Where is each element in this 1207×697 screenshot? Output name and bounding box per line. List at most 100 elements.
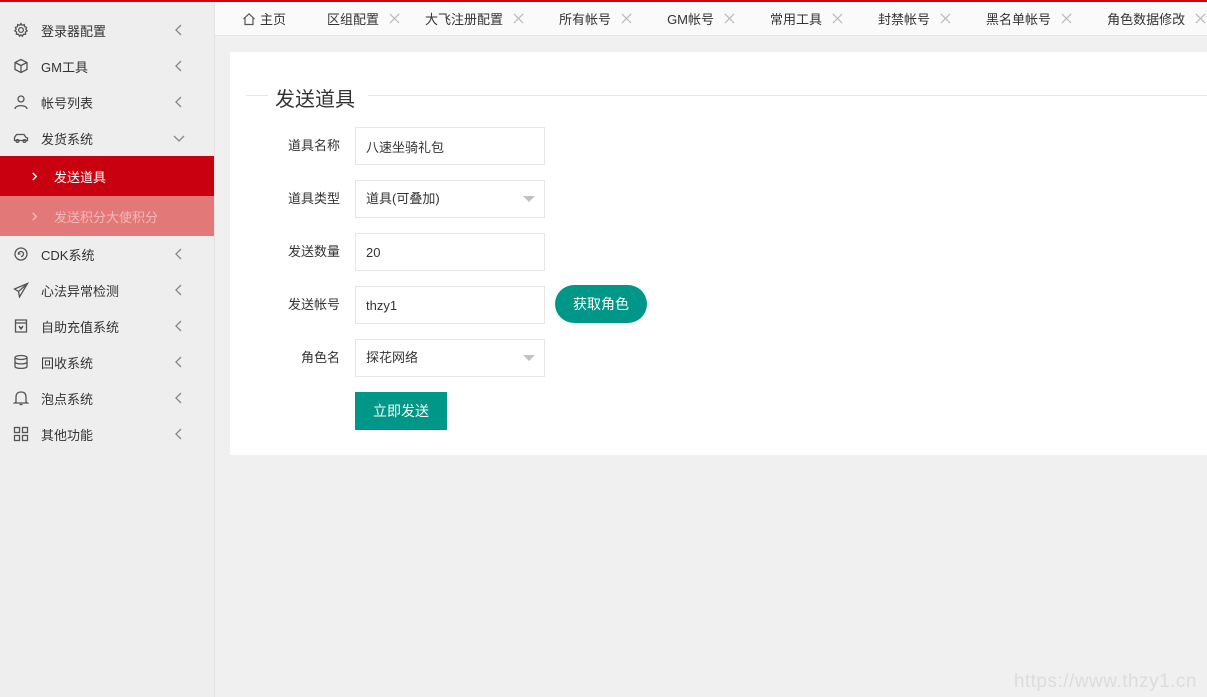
user-icon (12, 93, 30, 111)
database-icon (12, 353, 30, 371)
tab-label: GM帐号 (667, 12, 715, 27)
tab-bar: 主页 区组配置 大飞注册配置 所有帐号 GM帐号 常用工具 封禁帐号 黑名单帐号… (215, 2, 1207, 36)
tab-label: 常用工具 (770, 12, 823, 27)
paper-plane-icon (12, 281, 30, 299)
chevron-left-icon (172, 355, 186, 369)
chevron-right-icon (30, 211, 42, 221)
close-icon[interactable] (724, 12, 736, 25)
send-item-card: 发送道具 道具名称 道具类型 道具(可叠加) 发送数量 发送帐号 获取角色 角色… (230, 52, 1207, 455)
sidebar-item-label: 泡点系统 (41, 391, 94, 407)
shop-icon (12, 317, 30, 335)
tab-label: 主页 (260, 12, 287, 27)
sidebar-subitem-label: 发送道具 (54, 169, 107, 185)
close-icon[interactable] (1195, 12, 1207, 25)
page-title: 发送道具 (275, 89, 355, 111)
sidebar-item-gm-tools[interactable]: GM工具 (0, 48, 214, 84)
tab-zone-config[interactable]: 区组配置 (327, 2, 401, 35)
role-name-label: 角色名 (300, 350, 340, 365)
sidebar-item-label: CDK系统 (41, 247, 95, 263)
watermark: https://www.thzy1.cn (1013, 671, 1197, 692)
account-input[interactable] (355, 286, 545, 324)
chevron-left-icon (172, 59, 186, 73)
item-name-label: 道具名称 (287, 138, 340, 153)
item-type-label: 道具类型 (287, 191, 340, 206)
tab-all-accounts[interactable]: 所有帐号 (559, 2, 633, 35)
sidebar-subitem-send-item[interactable]: 发送道具 (0, 156, 214, 196)
sidebar-item-account-list[interactable]: 帐号列表 (0, 84, 214, 120)
role-name-select[interactable]: 探花网络 (355, 339, 545, 377)
sidebar-item-bubble-points[interactable]: 泡点系统 (0, 380, 214, 416)
chevron-left-icon (172, 427, 186, 441)
close-icon[interactable] (389, 12, 401, 25)
sidebar-item-login-config[interactable]: 登录器配置 (0, 12, 214, 48)
chevron-left-icon (172, 319, 186, 333)
item-name-input[interactable] (355, 127, 545, 165)
sidebar: 登录器配置 GM工具 帐号列表 发货系统 发送道具 发送积分大使积分 CDK系统… (0, 2, 215, 697)
chevron-right-icon (30, 171, 42, 181)
tab-label: 区组配置 (327, 12, 380, 27)
tab-label: 封禁帐号 (878, 12, 931, 27)
home-icon (242, 12, 256, 26)
apps-icon (12, 425, 30, 443)
sidebar-item-other-functions[interactable]: 其他功能 (0, 416, 214, 452)
car-icon (12, 129, 30, 147)
send-now-button[interactable]: 立即发送 (355, 392, 447, 430)
tab-label: 大飞注册配置 (425, 12, 504, 27)
sidebar-subitem-label: 发送积分大使积分 (54, 209, 159, 225)
chevron-left-icon (172, 95, 186, 109)
close-icon[interactable] (1061, 12, 1073, 25)
gear-icon (12, 21, 30, 39)
form-row-account: 发送帐号 获取角色 (230, 285, 830, 324)
tab-dafei-register-config[interactable]: 大飞注册配置 (425, 2, 525, 35)
sidebar-item-shipping-system[interactable]: 发货系统 (0, 120, 214, 156)
sidebar-item-label: 发货系统 (41, 131, 94, 147)
tab-banned-accounts[interactable]: 封禁帐号 (878, 2, 952, 35)
fieldset-divider (246, 95, 268, 96)
tab-label: 所有帐号 (559, 12, 612, 27)
quantity-input[interactable] (355, 233, 545, 271)
fieldset-divider (368, 95, 1207, 96)
chevron-left-icon (172, 23, 186, 37)
form-row-item-name: 道具名称 (230, 127, 830, 165)
tab-role-data-edit[interactable]: 角色数据修改 (1107, 2, 1207, 35)
tab-label: 黑名单帐号 (986, 12, 1052, 27)
dropdown-caret-icon (523, 355, 535, 361)
role-name-value: 探花网络 (366, 350, 419, 365)
tab-gm-accounts[interactable]: GM帐号 (667, 2, 736, 35)
tab-label: 角色数据修改 (1107, 12, 1186, 27)
sidebar-item-self-recharge[interactable]: 自助充值系统 (0, 308, 214, 344)
form-row-quantity: 发送数量 (230, 233, 830, 271)
close-icon[interactable] (832, 12, 844, 25)
sidebar-item-label: 登录器配置 (41, 23, 107, 39)
tab-home[interactable]: 主页 (242, 2, 287, 35)
item-type-select[interactable]: 道具(可叠加) (355, 180, 545, 218)
get-role-button[interactable]: 获取角色 (555, 285, 647, 323)
sidebar-item-xinfa-anomaly[interactable]: 心法异常检测 (0, 272, 214, 308)
chevron-left-icon (172, 283, 186, 297)
chevron-left-icon (172, 391, 186, 405)
sidebar-item-label: 帐号列表 (41, 95, 94, 111)
chevron-down-icon (172, 131, 186, 145)
tab-blacklist-accounts[interactable]: 黑名单帐号 (986, 2, 1073, 35)
sidebar-item-cdk-system[interactable]: CDK系统 (0, 236, 214, 272)
sidebar-item-label: 自助充值系统 (41, 319, 120, 335)
sidebar-item-label: GM工具 (41, 59, 88, 75)
tab-common-tools[interactable]: 常用工具 (770, 2, 844, 35)
form-row-item-type: 道具类型 道具(可叠加) (230, 180, 830, 218)
close-icon[interactable] (940, 12, 952, 25)
dropdown-caret-icon (523, 196, 535, 202)
quantity-label: 发送数量 (287, 244, 340, 259)
chevron-left-icon (172, 247, 186, 261)
sidebar-item-recycle-system[interactable]: 回收系统 (0, 344, 214, 380)
refresh-icon (12, 245, 30, 263)
top-accent-line (0, 0, 1207, 2)
cube-icon (12, 57, 30, 75)
sidebar-item-label: 回收系统 (41, 355, 94, 371)
sidebar-item-label: 心法异常检测 (41, 283, 120, 299)
close-icon[interactable] (513, 12, 525, 25)
form-row-role-name: 角色名 探花网络 (230, 339, 830, 377)
sidebar-item-label: 其他功能 (41, 427, 94, 443)
sidebar-subitem-send-ambassador-points[interactable]: 发送积分大使积分 (0, 196, 214, 236)
close-icon[interactable] (621, 12, 633, 25)
item-type-value: 道具(可叠加) (366, 191, 440, 206)
